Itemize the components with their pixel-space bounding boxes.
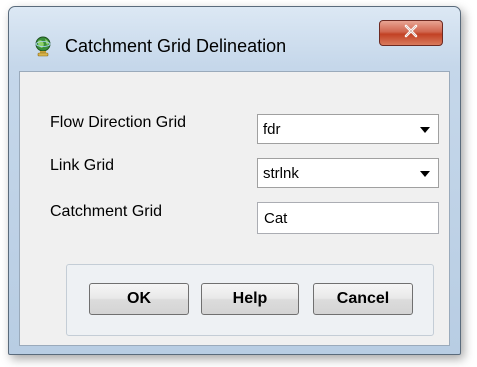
catchment-grid-label: Catchment Grid xyxy=(50,203,163,220)
button-panel: OK Help Cancel xyxy=(66,264,434,336)
dialog-client-area: Flow Direction Grid fdr Link Grid strlnk… xyxy=(19,71,450,346)
window-title: Catchment Grid Delineation xyxy=(65,36,287,56)
close-icon xyxy=(403,24,419,43)
link-grid-label: Link Grid xyxy=(50,157,115,174)
flow-direction-label: Flow Direction Grid xyxy=(50,114,187,131)
title-bar[interactable]: Catchment Grid Delineation xyxy=(9,7,460,69)
ok-button[interactable]: OK xyxy=(89,283,189,315)
link-grid-dropdown[interactable]: strlnk xyxy=(257,158,439,188)
catchment-grid-value: Cat xyxy=(264,210,288,227)
link-grid-value: strlnk xyxy=(263,165,299,182)
help-button[interactable]: Help xyxy=(201,283,299,315)
chevron-down-icon xyxy=(420,127,430,133)
cancel-button[interactable]: Cancel xyxy=(313,283,413,315)
dialog-window: Catchment Grid Delineation Flow Directio… xyxy=(8,6,461,355)
close-button[interactable] xyxy=(379,20,443,46)
catchment-grid-input[interactable]: Cat xyxy=(257,202,439,234)
chevron-down-icon xyxy=(420,171,430,177)
flow-direction-dropdown[interactable]: fdr xyxy=(257,114,439,144)
globe-icon xyxy=(33,35,53,57)
flow-direction-value: fdr xyxy=(263,121,281,138)
